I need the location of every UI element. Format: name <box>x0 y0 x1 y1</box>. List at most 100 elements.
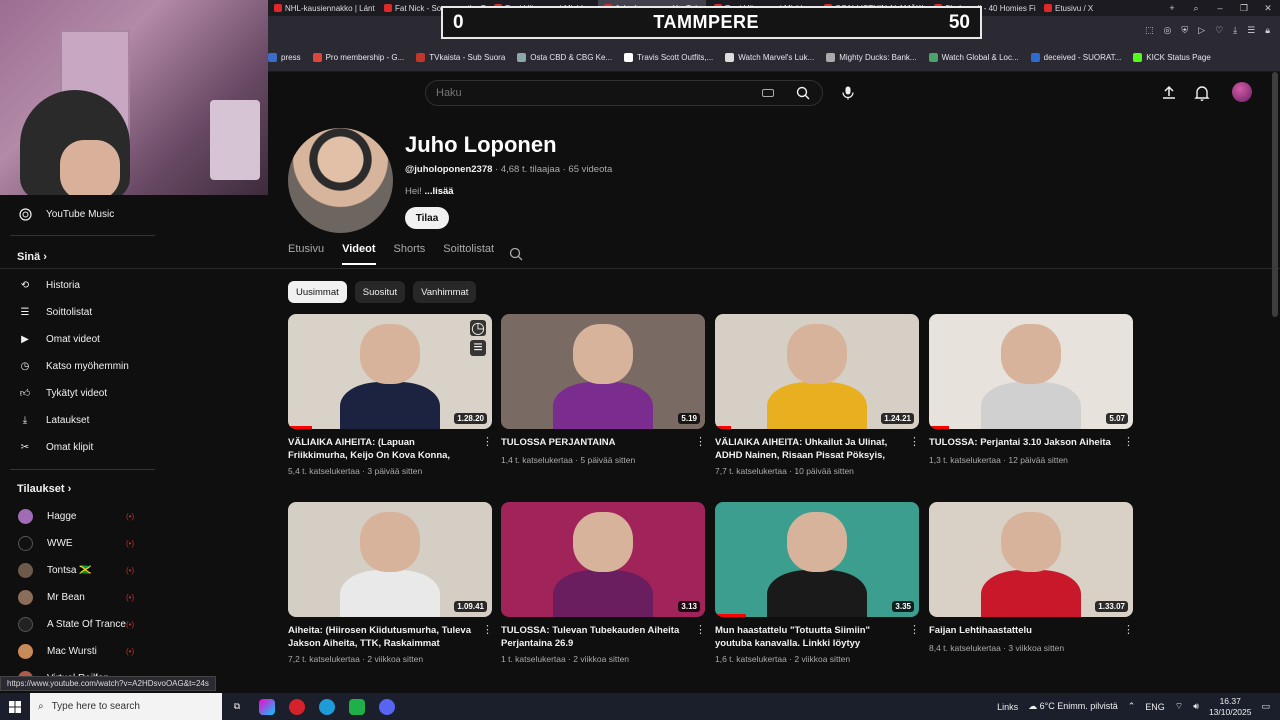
sidebar-item-history[interactable]: ⟲ Historia <box>0 274 160 296</box>
video-card[interactable]: 1.09.41 Aiheita: (Hiirosen Kiidutusmurha,… <box>288 502 493 664</box>
close-icon[interactable]: ✕ <box>1256 0 1280 16</box>
more-options-icon[interactable]: ⋮ <box>1123 625 1134 639</box>
chevron-up-icon[interactable]: ⌃ <box>1128 701 1136 712</box>
minimize-icon[interactable]: – <box>1208 0 1232 16</box>
bookmark-item[interactable]: Pro membership - G... <box>312 53 404 62</box>
video-card[interactable]: 1.24.21 VÄLIAIKA AIHEITA: Uhkailut Ja Uli… <box>715 314 920 476</box>
bookmark-item[interactable]: Watch Global & Loc... <box>928 53 1019 62</box>
sidebar-item-clips[interactable]: ✂ Omat klipit <box>0 436 160 458</box>
video-thumbnail[interactable]: 1.33.07 <box>929 502 1133 617</box>
tab-videos[interactable]: Videot <box>342 243 376 265</box>
sidebar-you-heading[interactable]: Sinä › <box>17 251 47 263</box>
menu-icon[interactable]: ☰ <box>1247 25 1255 36</box>
chip-popular[interactable]: Suositut <box>354 281 406 303</box>
restore-icon[interactable]: ❐ <box>1232 0 1256 16</box>
lock-icon[interactable]: 🔒︎ <box>1265 25 1270 36</box>
browser-tab[interactable]: NHL-kausiennakko | Lánt <box>268 0 376 16</box>
more-options-icon[interactable]: ⋮ <box>909 625 920 639</box>
volume-icon[interactable]: 🔊︎ <box>1193 701 1199 712</box>
more-link[interactable]: ...lisää <box>425 186 454 197</box>
video-card[interactable]: 3.13 TULOSSA: Tulevan Tubekauden Aiheita … <box>501 502 706 664</box>
taskbar-app-spotify[interactable] <box>342 693 372 720</box>
video-title[interactable]: TULOSSA: Perjantai 3.10 Jakson Aiheita <box>929 436 1115 449</box>
taskbar-app-edge[interactable] <box>312 693 342 720</box>
new-tab-icon[interactable]: + <box>1160 0 1184 16</box>
sidebar-sub-mac-wursti[interactable]: Mac Wursti (•) <box>0 640 160 662</box>
bookmark-item[interactable]: Osta CBD & CBG Ke... <box>517 53 612 62</box>
bookmark-item[interactable]: Travis Scott Outfits,... <box>624 53 713 62</box>
sidebar-sub-mr-bean[interactable]: Mr Bean (•) <box>0 586 160 608</box>
voice-search-button[interactable] <box>835 80 861 106</box>
account-avatar[interactable] <box>1232 82 1252 102</box>
tab-home[interactable]: Etusivu <box>288 243 324 265</box>
video-thumbnail[interactable]: 1.09.41 <box>288 502 492 617</box>
sidebar-item-youtube-music[interactable]: YouTube Music <box>0 203 160 225</box>
channel-description[interactable]: Hei! ...lisää <box>405 186 454 197</box>
keyboard-icon[interactable] <box>762 89 774 97</box>
sidebar-item-liked[interactable]: 👍︎ Tykätyt videot <box>0 382 160 404</box>
taskbar-app-widgets[interactable] <box>252 693 282 720</box>
video-card[interactable]: 3.35 Mun haastattelu "Totuutta Siimiin" y… <box>715 502 920 664</box>
scrollbar[interactable] <box>1272 72 1278 317</box>
channel-avatar-large[interactable] <box>288 128 393 233</box>
channel-search-button[interactable] <box>509 247 523 261</box>
download-icon[interactable]: ⤓ <box>1233 25 1237 36</box>
sidebar-item-downloads[interactable]: ⤓ Lataukset <box>0 409 160 431</box>
start-button[interactable] <box>0 693 30 720</box>
video-title[interactable]: TULOSSA PERJANTAINA <box>501 436 687 449</box>
bookmark-item[interactable]: Watch Marvel's Luk... <box>725 53 814 62</box>
more-options-icon[interactable]: ⋮ <box>482 625 493 639</box>
video-title[interactable]: VÄLIAIKA AIHEITA: (Lapuan Friikkimurha, … <box>288 436 474 462</box>
clock[interactable]: 16.37 13/10/2025 <box>1209 696 1252 718</box>
video-thumbnail[interactable]: 5.19 <box>501 314 705 429</box>
more-options-icon[interactable]: ⋮ <box>909 437 920 451</box>
notifications-button[interactable] <box>1193 84 1211 102</box>
video-thumbnail[interactable]: ◷ ≡ 1.28.20 <box>288 314 492 429</box>
subscribe-button[interactable]: Tilaa <box>405 207 449 229</box>
chip-oldest[interactable]: Vanhimmat <box>413 281 477 303</box>
video-card[interactable]: 5.19 TULOSSA PERJANTAINA ⋮ 1,4 t. katseluke… <box>501 314 706 465</box>
sidebar-sub-wwe[interactable]: WWE (•) <box>0 532 160 554</box>
video-thumbnail[interactable]: 3.13 <box>501 502 705 617</box>
add-to-queue-icon[interactable]: ≡ <box>470 339 486 356</box>
sidebar-item-your-videos[interactable]: ▶︎ Omat videot <box>0 328 160 350</box>
sidebar-item-playlists[interactable]: ☰ Soittolistat <box>0 301 160 323</box>
video-card[interactable]: ◷ ≡ 1.28.20 VÄLIAIKA AIHEITA: (Lapuan Friik… <box>288 314 493 476</box>
watch-later-icon[interactable]: ◷ <box>470 320 486 337</box>
video-title[interactable]: Faijan Lehtihaastattelu <box>929 624 1115 637</box>
more-options-icon[interactable]: ⋮ <box>695 625 706 639</box>
sidebar-sub-tontsa[interactable]: Tontsa 🇯🇲 (•) <box>0 559 160 581</box>
sidebar-sub-a-state-of-trance[interactable]: A State Of Trance (•) <box>0 613 160 635</box>
chip-latest[interactable]: Uusimmat <box>288 281 347 303</box>
bookmark-item[interactable]: TVkaista - Sub Suora <box>416 53 505 62</box>
bookmark-item[interactable]: KICK Status Page <box>1133 53 1211 62</box>
video-title[interactable]: VÄLIAIKA AIHEITA: Uhkailut Ja Ulinat, AD… <box>715 436 901 462</box>
heart-icon[interactable]: ♡ <box>1215 25 1223 36</box>
tab-shorts[interactable]: Shorts <box>394 243 426 265</box>
video-title[interactable]: TULOSSA: Tulevan Tubekauden Aiheita Perj… <box>501 624 687 650</box>
search-icon[interactable]: ⌕ <box>1184 0 1208 16</box>
sidebar-item-watch-later[interactable]: ◷ Katso myöhemmin <box>0 355 160 377</box>
search-input[interactable] <box>436 87 756 99</box>
more-options-icon[interactable]: ⋮ <box>482 437 493 451</box>
video-title[interactable]: Aiheita: (Hiirosen Kiidutusmurha, Tuleva… <box>288 624 474 650</box>
taskbar-app-opera[interactable] <box>282 693 312 720</box>
video-thumbnail[interactable]: 3.35 <box>715 502 919 617</box>
video-card[interactable]: 5.07 TULOSSA: Perjantai 3.10 Jakson Aihei… <box>929 314 1134 465</box>
video-card[interactable]: 1.33.07 Faijan Lehtihaastattelu ⋮ 8,4 t. ka… <box>929 502 1134 653</box>
lang-indicator[interactable]: ENG <box>1145 702 1165 712</box>
notification-center-icon[interactable]: ▭ <box>1261 701 1270 712</box>
browser-tab[interactable]: Etusivu / X <box>1038 0 1146 16</box>
taskbar-app-discord[interactable] <box>372 693 402 720</box>
taskbar-search[interactable]: ⌕ Type here to search <box>30 693 222 720</box>
bookmark-item[interactable]: deceived - SUORAT... <box>1030 53 1121 62</box>
wifi-icon[interactable]: ⌔ <box>1175 701 1183 712</box>
links-toolbar[interactable]: Links <box>997 702 1018 712</box>
play-icon[interactable]: ▷ <box>1198 25 1205 36</box>
extension-icon[interactable]: ⬚ <box>1145 25 1154 36</box>
more-options-icon[interactable]: ⋮ <box>1123 437 1134 451</box>
task-view-button[interactable]: ⧉ <box>222 693 252 720</box>
sidebar-subscriptions-heading[interactable]: Tilaukset › <box>17 483 71 495</box>
create-button[interactable] <box>1160 84 1178 102</box>
search-button[interactable] <box>790 80 816 106</box>
